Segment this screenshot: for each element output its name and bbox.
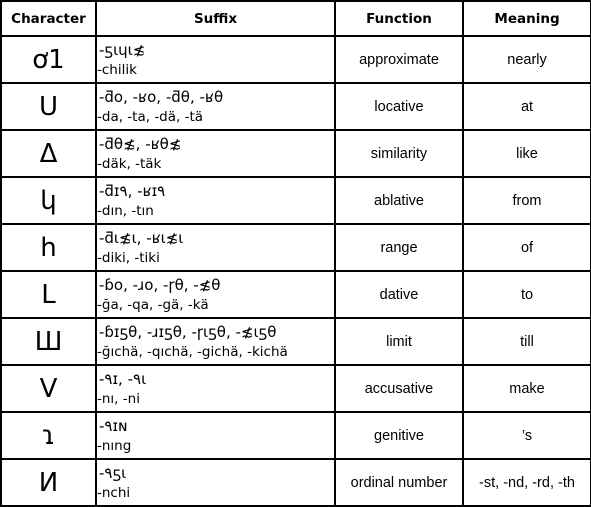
function-cell: limit [334, 317, 464, 366]
table-row: Ш -ɓɪƽθ, -ɹɪƽθ, -ɼɩƽθ, -≴ɩƽθ -ğıchä, -qı… [0, 317, 591, 366]
header-character: Character [0, 0, 97, 37]
suffix-transliteration: -chilik [97, 61, 137, 78]
suffix-transliteration: -nıng [97, 437, 132, 454]
meaning-cell: make [462, 364, 591, 413]
suffix-cell: -٩ɪ, -٩ɩ -nı, -ni [95, 364, 336, 413]
character-glyph: Δ [39, 138, 58, 169]
suffix-cell: -ƽɩɥɩ≴ -chilik [95, 35, 336, 84]
meaning-cell: nearly [462, 35, 591, 84]
suffix-transliteration: -nchi [97, 484, 131, 501]
suffix-script: -ƌɪ٩, -ʁɪ٩ [99, 181, 166, 200]
suffix-transliteration: -nı, -ni [97, 390, 140, 407]
meaning-cell: at [462, 82, 591, 131]
suffix-transliteration: -dın, -tın [97, 202, 154, 219]
character-cell: h [0, 223, 97, 272]
suffix-transliteration: -da, -ta, -dä, -tä [97, 108, 204, 125]
character-cell: V [0, 364, 97, 413]
suffix-table: Character Suffix Function Meaning ơ1 -ƽɩ… [0, 0, 591, 507]
character-cell: ɿ [0, 411, 97, 460]
table-row: ơ1 -ƽɩɥɩ≴ -chilik approximate nearly [0, 35, 591, 84]
suffix-cell: -ƌθ≴, -ʁθ≴ -däk, -täk [95, 129, 336, 178]
table-row: ɿ -٩ɪɴ -nıng genitive ’s [0, 411, 591, 460]
meaning-cell: to [462, 270, 591, 319]
function-cell: ordinal number [334, 458, 464, 507]
table-row: U -ƌo, -ʁo, -ƌθ, -ʁθ -da, -ta, -dä, -tä … [0, 82, 591, 131]
character-glyph: h [40, 232, 57, 263]
suffix-cell: -٩ƽɩ -nchi [95, 458, 336, 507]
suffix-script: -٩ƽɩ [99, 463, 127, 482]
character-cell: Ш [0, 317, 97, 366]
suffix-cell: -ɓɪƽθ, -ɹɪƽθ, -ɼɩƽθ, -≴ɩƽθ -ğıchä, -qıch… [95, 317, 336, 366]
function-cell: dative [334, 270, 464, 319]
character-cell: И [0, 458, 97, 507]
character-glyph: կ [40, 185, 57, 216]
meaning-cell: of [462, 223, 591, 272]
header-function: Function [334, 0, 464, 37]
suffix-script: -ƌɩ≴ɩ, -ʁɩ≴ɩ [99, 228, 184, 247]
character-glyph: ɿ [41, 420, 56, 451]
table-row: И -٩ƽɩ -nchi ordinal number -st, -nd, -r… [0, 458, 591, 507]
function-cell: genitive [334, 411, 464, 460]
character-glyph: Ш [34, 326, 63, 357]
function-cell: approximate [334, 35, 464, 84]
suffix-script: -ɓo, -ɹo, -ɼθ, -≴θ [99, 275, 221, 294]
suffix-script: -٩ɪɴ [99, 416, 128, 435]
function-cell: accusative [334, 364, 464, 413]
character-cell: L [0, 270, 97, 319]
character-cell: U [0, 82, 97, 131]
table-row: Δ -ƌθ≴, -ʁθ≴ -däk, -täk similarity like [0, 129, 591, 178]
table-row: L -ɓo, -ɹo, -ɼθ, -≴θ -ğa, -qa, -gä, -kä … [0, 270, 591, 319]
suffix-script: -٩ɪ, -٩ɩ [99, 369, 147, 388]
suffix-cell: -٩ɪɴ -nıng [95, 411, 336, 460]
header-suffix: Suffix [95, 0, 336, 37]
header-row: Character Suffix Function Meaning [0, 0, 591, 37]
suffix-transliteration: -däk, -täk [97, 155, 162, 172]
character-cell: Δ [0, 129, 97, 178]
character-glyph: L [41, 279, 56, 310]
suffix-cell: -ƌo, -ʁo, -ƌθ, -ʁθ -da, -ta, -dä, -tä [95, 82, 336, 131]
meaning-cell: ’s [462, 411, 591, 460]
character-cell: ơ1 [0, 35, 97, 84]
suffix-transliteration: -ğıchä, -qıchä, -gichä, -kichä [97, 343, 288, 360]
function-cell: locative [334, 82, 464, 131]
suffix-script: -ƌo, -ʁo, -ƌθ, -ʁθ [99, 87, 224, 106]
meaning-cell: -st, -nd, -rd, -th [462, 458, 591, 507]
character-glyph: ơ1 [32, 44, 65, 75]
suffix-script: -ƌθ≴, -ʁθ≴ [99, 134, 182, 153]
table-row: կ -ƌɪ٩, -ʁɪ٩ -dın, -tın ablative from [0, 176, 591, 225]
character-glyph: U [38, 91, 59, 122]
function-cell: range [334, 223, 464, 272]
meaning-cell: from [462, 176, 591, 225]
table-row: h -ƌɩ≴ɩ, -ʁɩ≴ɩ -diki, -tiki range of [0, 223, 591, 272]
meaning-cell: like [462, 129, 591, 178]
suffix-script: -ɓɪƽθ, -ɹɪƽθ, -ɼɩƽθ, -≴ɩƽθ [99, 322, 277, 341]
character-glyph: V [39, 373, 58, 404]
suffix-cell: -ɓo, -ɹo, -ɼθ, -≴θ -ğa, -qa, -gä, -kä [95, 270, 336, 319]
meaning-cell: till [462, 317, 591, 366]
suffix-transliteration: -ğa, -qa, -gä, -kä [97, 296, 209, 313]
header-meaning: Meaning [462, 0, 591, 37]
suffix-cell: -ƌɩ≴ɩ, -ʁɩ≴ɩ -diki, -tiki [95, 223, 336, 272]
character-cell: կ [0, 176, 97, 225]
suffix-cell: -ƌɪ٩, -ʁɪ٩ -dın, -tın [95, 176, 336, 225]
suffix-transliteration: -diki, -tiki [97, 249, 160, 266]
table-row: V -٩ɪ, -٩ɩ -nı, -ni accusative make [0, 364, 591, 413]
character-glyph: И [38, 467, 59, 498]
function-cell: ablative [334, 176, 464, 225]
suffix-script: -ƽɩɥɩ≴ [99, 40, 146, 59]
function-cell: similarity [334, 129, 464, 178]
